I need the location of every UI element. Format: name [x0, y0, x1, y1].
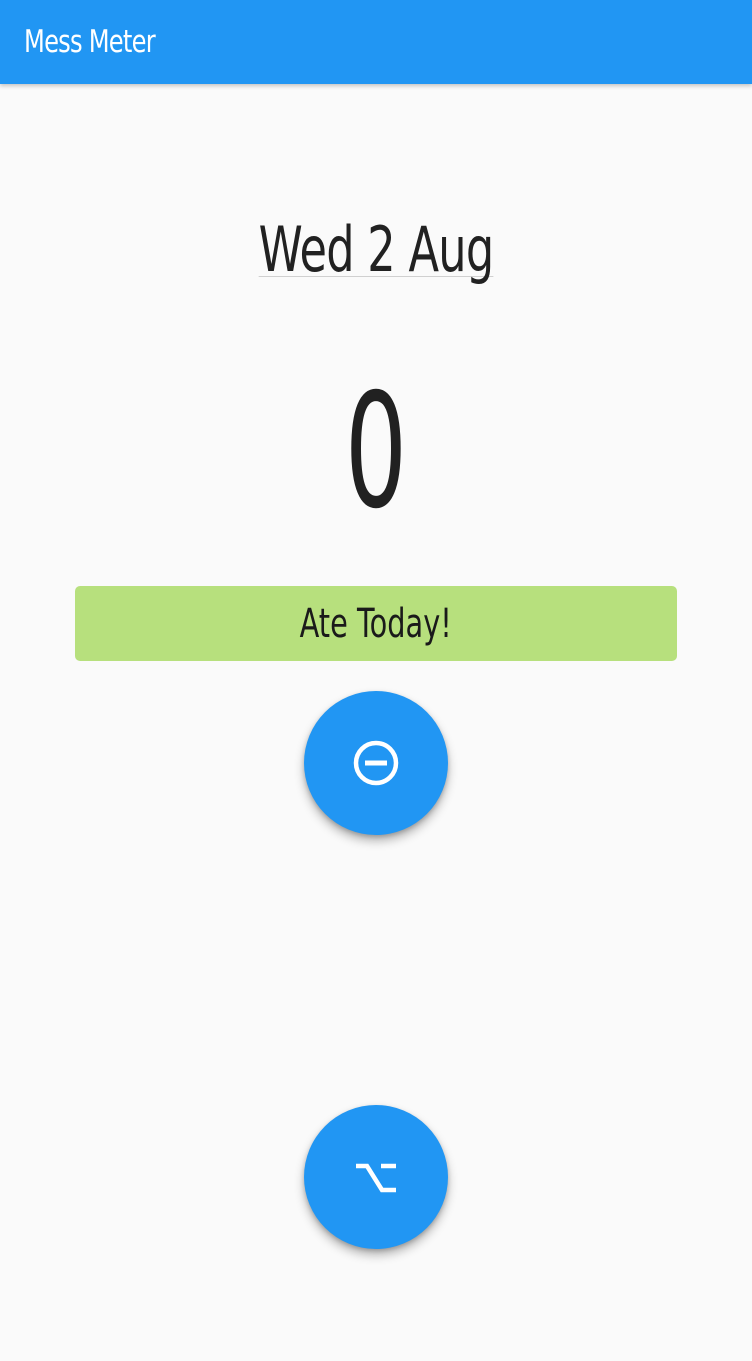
ate-today-button[interactable]: Ate Today! — [75, 586, 677, 661]
meal-count: 0 — [344, 360, 408, 544]
app-bar: Mess Meter — [0, 0, 752, 84]
app-title: Mess Meter — [24, 24, 156, 60]
date-container: Wed 2 Aug — [0, 214, 752, 294]
remove-circle-outline-icon — [352, 739, 400, 787]
option-button[interactable] — [304, 1105, 448, 1249]
option-key-icon — [352, 1157, 400, 1197]
decrement-button[interactable] — [304, 691, 448, 835]
date-label[interactable]: Wed 2 Aug — [258, 214, 494, 286]
ate-today-label: Ate Today! — [299, 600, 453, 647]
